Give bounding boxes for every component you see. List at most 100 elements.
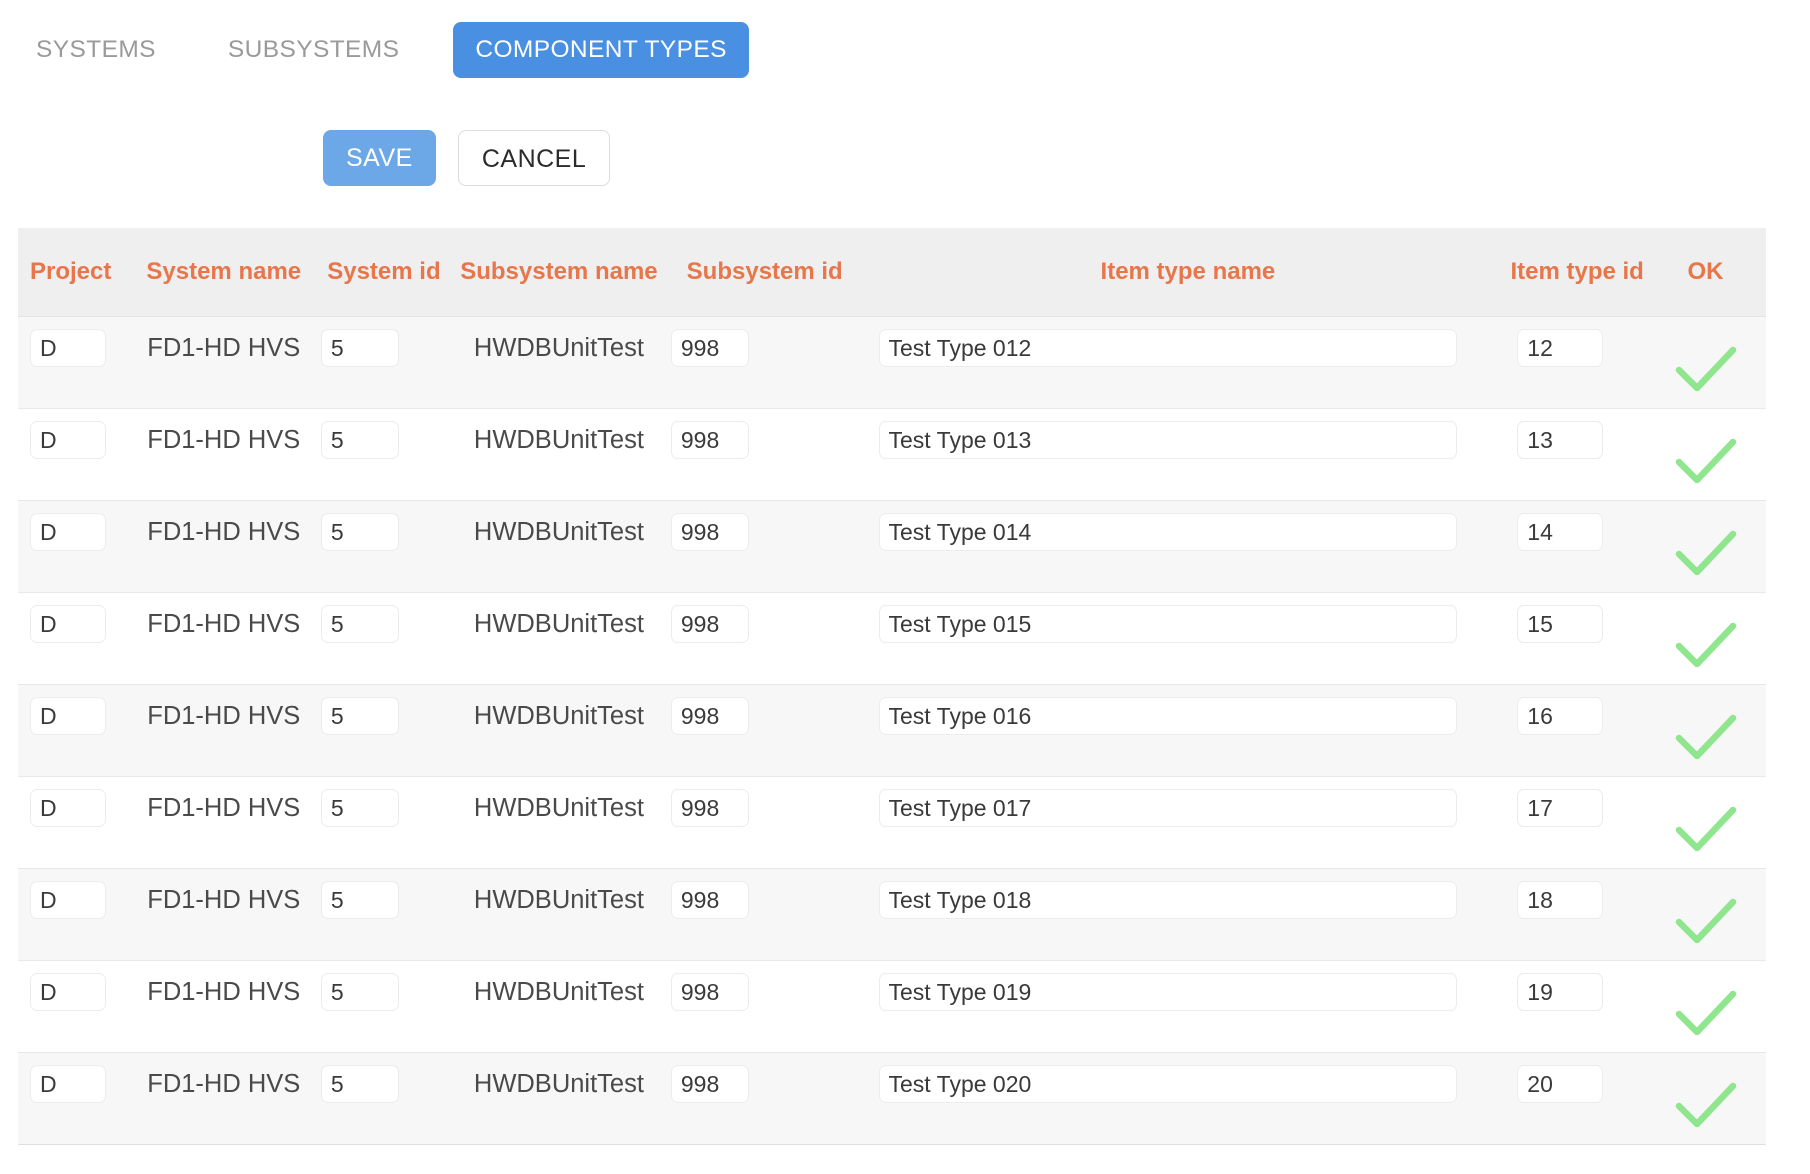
table-row: D FD1-HD HVS 5 HWDBUnitTest 998 Test Type 014… <box>18 500 1766 593</box>
item-type-id-field[interactable]: 18 <box>1517 881 1604 919</box>
subsystem-id-field[interactable]: 998 <box>670 789 749 827</box>
ok-check-icon <box>1673 803 1739 860</box>
system-id-field[interactable]: 5 <box>320 973 399 1011</box>
table-row: D FD1-HD HVS 5 HWDBUnitTest 998 Test Type 019… <box>18 960 1766 1053</box>
tab-component-types[interactable]: COMPONENT TYPES <box>453 22 749 78</box>
item-type-name-field[interactable]: Test Type 012 <box>878 329 1457 367</box>
item-type-name-field[interactable]: Test Type 018 <box>878 881 1457 919</box>
table-row: D FD1-HD HVS 5 HWDBUnitTest 998 Test Type 016… <box>18 684 1766 777</box>
system-name-text: FD1-HD HVS <box>147 1070 301 1098</box>
subsystem-id-field[interactable]: 998 <box>670 973 749 1011</box>
subsystem-id-field[interactable]: 998 <box>670 513 749 551</box>
project-field[interactable]: D <box>30 697 106 735</box>
subsystem-name-text: HWDBUnitTest <box>473 334 644 362</box>
item-type-id-field[interactable]: 15 <box>1517 605 1604 643</box>
component-types-table: Project System name System id Subsystem … <box>18 228 1766 1145</box>
table-header-row: Project System name System id Subsystem … <box>18 228 1766 317</box>
system-name-text: FD1-HD HVS <box>147 978 301 1006</box>
column-header-subsystem-id: Subsystem id <box>662 228 867 317</box>
column-header-subsystem-name: Subsystem name <box>454 228 663 317</box>
item-type-id-field[interactable]: 16 <box>1517 697 1604 735</box>
ok-check-icon <box>1673 343 1739 400</box>
component-types-table-container: Project System name System id Subsystem … <box>18 228 1766 1145</box>
system-id-field[interactable]: 5 <box>320 881 399 919</box>
system-name-text: FD1-HD HVS <box>147 886 301 914</box>
system-name-text: FD1-HD HVS <box>147 426 301 454</box>
item-type-id-field[interactable]: 14 <box>1517 513 1604 551</box>
subsystem-id-field[interactable]: 998 <box>670 421 749 459</box>
system-id-field[interactable]: 5 <box>320 789 399 827</box>
item-type-name-field[interactable]: Test Type 015 <box>878 605 1457 643</box>
table-header: Project System name System id Subsystem … <box>18 228 1766 317</box>
column-header-item-type-id: Item type id <box>1509 228 1646 317</box>
subsystem-name-text: HWDBUnitTest <box>473 610 644 638</box>
item-type-name-field[interactable]: Test Type 019 <box>878 973 1457 1011</box>
cancel-button[interactable]: CANCEL <box>457 130 611 186</box>
subsystem-id-field[interactable]: 998 <box>670 329 749 367</box>
system-name-text: FD1-HD HVS <box>147 334 301 362</box>
subsystem-name-text: HWDBUnitTest <box>473 794 644 822</box>
system-name-text: FD1-HD HVS <box>147 794 301 822</box>
project-field[interactable]: D <box>30 329 106 367</box>
system-id-field[interactable]: 5 <box>320 421 399 459</box>
table-row: D FD1-HD HVS 5 HWDBUnitTest 998 Test Type 015… <box>18 592 1766 685</box>
table-row: D FD1-HD HVS 5 HWDBUnitTest 998 Test Type 018… <box>18 868 1766 961</box>
project-field[interactable]: D <box>30 881 106 919</box>
column-header-system-id: System id <box>312 228 455 317</box>
item-type-name-field[interactable]: Test Type 017 <box>878 789 1457 827</box>
column-header-project: Project <box>18 228 135 317</box>
system-name-text: FD1-HD HVS <box>147 702 301 730</box>
table-row: D FD1-HD HVS 5 HWDBUnitTest 998 Test Type 013… <box>18 408 1766 501</box>
project-field[interactable]: D <box>30 973 106 1011</box>
subsystem-id-field[interactable]: 998 <box>670 881 749 919</box>
ok-check-icon <box>1673 711 1739 768</box>
system-name-text: FD1-HD HVS <box>147 518 301 546</box>
tab-subsystems[interactable]: SUBSYSTEMS <box>228 22 399 78</box>
system-id-field[interactable]: 5 <box>320 697 399 735</box>
tab-bar: SYSTEMS SUBSYSTEMS COMPONENT TYPES <box>0 22 749 78</box>
subsystem-name-text: HWDBUnitTest <box>473 886 644 914</box>
project-field[interactable]: D <box>30 421 106 459</box>
ok-check-icon <box>1673 527 1739 584</box>
subsystem-id-field[interactable]: 998 <box>670 697 749 735</box>
subsystem-id-field[interactable]: 998 <box>670 605 749 643</box>
table-row: D FD1-HD HVS 5 HWDBUnitTest 998 Test Type 012… <box>18 316 1766 409</box>
subsystem-id-field[interactable]: 998 <box>670 1065 749 1103</box>
system-id-field[interactable]: 5 <box>320 1065 399 1103</box>
item-type-id-field[interactable]: 17 <box>1517 789 1604 827</box>
subsystem-name-text: HWDBUnitTest <box>473 978 644 1006</box>
ok-check-icon <box>1673 895 1739 952</box>
project-field[interactable]: D <box>30 1065 106 1103</box>
item-type-name-field[interactable]: Test Type 020 <box>878 1065 1457 1103</box>
system-id-field[interactable]: 5 <box>320 329 399 367</box>
action-bar: SAVE CANCEL <box>323 130 611 186</box>
ok-check-icon <box>1673 619 1739 676</box>
subsystem-name-text: HWDBUnitTest <box>473 702 644 730</box>
tab-systems[interactable]: SYSTEMS <box>36 22 156 78</box>
item-type-id-field[interactable]: 12 <box>1517 329 1604 367</box>
system-name-text: FD1-HD HVS <box>147 610 301 638</box>
project-field[interactable]: D <box>30 605 106 643</box>
subsystem-name-text: HWDBUnitTest <box>473 518 644 546</box>
save-button[interactable]: SAVE <box>323 130 436 186</box>
ok-check-icon <box>1673 435 1739 492</box>
item-type-id-field[interactable]: 19 <box>1517 973 1604 1011</box>
system-id-field[interactable]: 5 <box>320 605 399 643</box>
system-id-field[interactable]: 5 <box>320 513 399 551</box>
project-field[interactable]: D <box>30 789 106 827</box>
subsystem-name-text: HWDBUnitTest <box>473 426 644 454</box>
column-header-item-type-name: Item type name <box>866 228 1510 317</box>
table-row: D FD1-HD HVS 5 HWDBUnitTest 998 Test Type 020… <box>18 1052 1766 1145</box>
item-type-id-field[interactable]: 20 <box>1517 1065 1604 1103</box>
column-header-ok: OK <box>1645 228 1766 317</box>
ok-check-icon <box>1673 1079 1739 1136</box>
column-header-system-name: System name <box>134 228 313 317</box>
table-row: D FD1-HD HVS 5 HWDBUnitTest 998 Test Type 017… <box>18 776 1766 869</box>
item-type-id-field[interactable]: 13 <box>1517 421 1604 459</box>
subsystem-name-text: HWDBUnitTest <box>473 1070 644 1098</box>
project-field[interactable]: D <box>30 513 106 551</box>
item-type-name-field[interactable]: Test Type 014 <box>878 513 1457 551</box>
item-type-name-field[interactable]: Test Type 013 <box>878 421 1457 459</box>
table-body: D FD1-HD HVS 5 HWDBUnitTest 998 Test Type 012… <box>18 316 1766 1145</box>
item-type-name-field[interactable]: Test Type 016 <box>878 697 1457 735</box>
